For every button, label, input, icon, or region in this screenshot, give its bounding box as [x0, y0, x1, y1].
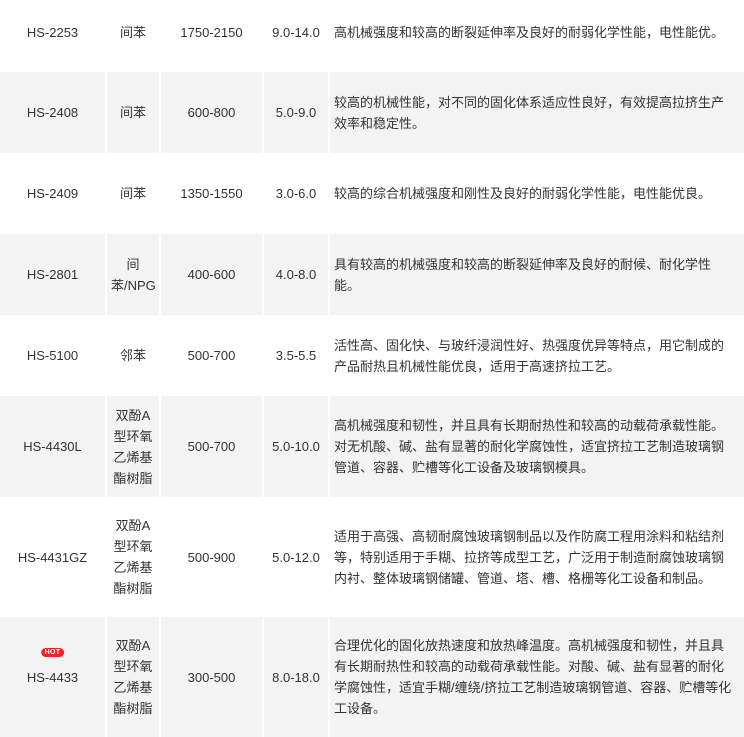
value-range: 8.0-18.0 — [263, 617, 330, 737]
resin-type: 双酚A型环氧乙烯基酯树脂 — [106, 497, 161, 617]
table-row: HS-2409 间苯 1350-1550 3.0-6.0 较高的综合机械强度和刚… — [0, 153, 744, 234]
product-table: HS-2253 间苯 1750-2150 9.0-14.0 高机械强度和较高的断… — [0, 0, 744, 737]
product-description: 高机械强度和较高的断裂延伸率及良好的耐弱化学性能，电性能优。 — [329, 0, 744, 72]
product-description: 较高的机械性能，对不同的固化体系适应性良好，有效提高拉挤生产效率和稳定性。 — [329, 72, 744, 153]
table-row: HS-2801 间苯/NPG 400-600 4.0-8.0 具有较高的机械强度… — [0, 234, 744, 315]
product-table-wrapper: HS-2253 间苯 1750-2150 9.0-14.0 高机械强度和较高的断… — [0, 0, 744, 737]
resin-type: 间苯 — [106, 0, 161, 72]
value-range: 3.5-5.5 — [263, 315, 330, 396]
viscosity-range: 1350-1550 — [160, 153, 264, 234]
table-row: HS-4431GZ 双酚A型环氧乙烯基酯树脂 500-900 5.0-12.0 … — [0, 497, 744, 617]
viscosity-range: 500-700 — [160, 315, 264, 396]
product-code: HS-4430L — [0, 396, 107, 497]
resin-type: 邻苯 — [106, 315, 161, 396]
value-range: 4.0-8.0 — [263, 234, 330, 315]
resin-type: 双酚A型环氧乙烯基酯树脂 — [106, 617, 161, 737]
viscosity-range: 500-700 — [160, 396, 264, 497]
product-description: 合理优化的固化放热速度和放热峰温度。高机械强度和韧性，并且具有长期耐热性和较高的… — [329, 617, 744, 737]
product-code: HS-5100 — [0, 315, 107, 396]
viscosity-range: 300-500 — [160, 617, 264, 737]
resin-type: 双酚A型环氧乙烯基酯树脂 — [106, 396, 161, 497]
product-description: 活性高、固化快、与玻纤浸润性好、热强度优异等特点，用它制成的产品耐热且机械性能优… — [329, 315, 744, 396]
table-row: HS-4430L 双酚A型环氧乙烯基酯树脂 500-700 5.0-10.0 高… — [0, 396, 744, 497]
product-code: HS-2409 — [0, 153, 107, 234]
viscosity-range: 500-900 — [160, 497, 264, 617]
product-code-cell: HOT HS-4433 — [0, 617, 107, 737]
value-range: 5.0-10.0 — [263, 396, 330, 497]
product-code: HS-4433 — [26, 669, 79, 685]
value-range: 3.0-6.0 — [263, 153, 330, 234]
hot-badge: HOT — [40, 647, 65, 657]
viscosity-range: 400-600 — [160, 234, 264, 315]
product-description: 适用于高强、高韧耐腐蚀玻璃钢制品以及作防腐工程用涂料和粘结剂等，特别适用于手糊、… — [329, 497, 744, 617]
product-description: 较高的综合机械强度和刚性及良好的耐弱化学性能，电性能优良。 — [329, 153, 744, 234]
product-code: HS-4431GZ — [0, 497, 107, 617]
value-range: 5.0-12.0 — [263, 497, 330, 617]
product-description: 具有较高的机械强度和较高的断裂延伸率及良好的耐候、耐化学性能。 — [329, 234, 744, 315]
product-code: HS-2801 — [0, 234, 107, 315]
product-description: 高机械强度和韧性，并且具有长期耐热性和较高的动载荷承载性能。对无机酸、碱、盐有显… — [329, 396, 744, 497]
value-range: 9.0-14.0 — [263, 0, 330, 72]
product-code: HS-2253 — [0, 0, 107, 72]
resin-type: 间苯 — [106, 72, 161, 153]
table-row: HOT HS-4433 双酚A型环氧乙烯基酯树脂 300-500 8.0-18.… — [0, 617, 744, 737]
viscosity-range: 1750-2150 — [160, 0, 264, 72]
resin-type: 间苯/NPG — [106, 234, 161, 315]
value-range: 5.0-9.0 — [263, 72, 330, 153]
table-row: HS-2253 间苯 1750-2150 9.0-14.0 高机械强度和较高的断… — [0, 0, 744, 72]
table-row: HS-2408 间苯 600-800 5.0-9.0 较高的机械性能，对不同的固… — [0, 72, 744, 153]
resin-type: 间苯 — [106, 153, 161, 234]
viscosity-range: 600-800 — [160, 72, 264, 153]
table-row: HS-5100 邻苯 500-700 3.5-5.5 活性高、固化快、与玻纤浸润… — [0, 315, 744, 396]
product-code: HS-2408 — [0, 72, 107, 153]
